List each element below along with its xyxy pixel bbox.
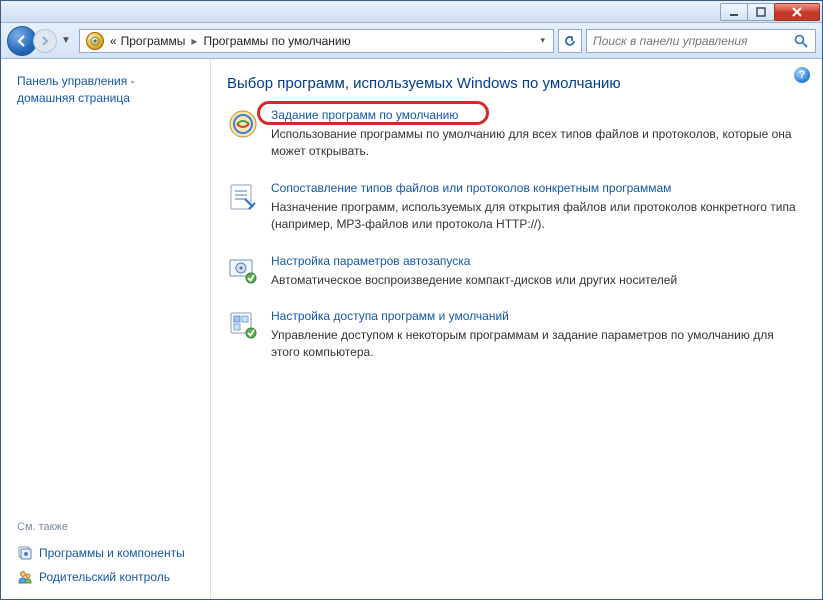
titlebar — [1, 1, 822, 23]
sidebar-item-parental-control[interactable]: Родительский контроль — [17, 565, 194, 589]
sidebar: Панель управления - домашняя страница См… — [1, 59, 211, 599]
help-icon[interactable]: ? — [794, 67, 810, 83]
maximize-button[interactable] — [747, 3, 775, 21]
addressbar[interactable]: « Программы ▸ Программы по умолчанию ▾ — [79, 29, 554, 53]
search-icon[interactable] — [793, 33, 809, 49]
nav-forward-button[interactable] — [33, 29, 57, 53]
program-access-icon — [227, 309, 259, 341]
sidebar-item-programs-features[interactable]: Программы и компоненты — [17, 541, 194, 565]
program-access-link[interactable]: Настройка доступа программ и умолчаний — [271, 309, 509, 323]
nav-arrows: ▼ — [7, 26, 75, 56]
refresh-button[interactable] — [558, 29, 582, 53]
breadcrumb-programs[interactable]: Программы — [119, 34, 188, 48]
option-desc: Автоматическое воспроизведение компакт-д… — [271, 272, 800, 289]
programs-icon — [17, 545, 33, 561]
file-types-icon — [227, 181, 259, 213]
associate-file-types-link[interactable]: Сопоставление типов файлов или протоколо… — [271, 181, 671, 195]
breadcrumb-prefix[interactable]: « — [108, 34, 119, 48]
close-button[interactable] — [774, 3, 820, 21]
sidebar-home-link[interactable]: Панель управления - домашняя страница — [17, 73, 194, 107]
searchbar[interactable] — [586, 29, 816, 53]
sidebar-item-label: Родительский контроль — [39, 570, 170, 584]
minimize-button[interactable] — [720, 3, 748, 21]
option-set-default-programs: Задание программ по умолчанию Использова… — [227, 108, 800, 161]
option-desc: Управление доступом к некоторым программ… — [271, 327, 800, 362]
sidebar-item-label: Программы и компоненты — [39, 546, 185, 560]
address-container: « Программы ▸ Программы по умолчанию ▾ — [79, 29, 816, 53]
parental-control-icon — [17, 569, 33, 585]
default-programs-icon — [227, 108, 259, 140]
page-title: Выбор программ, используемых Windows по … — [227, 75, 800, 92]
nav-history-dropdown[interactable]: ▼ — [57, 35, 75, 46]
main-content: ? Выбор программ, используемых Windows п… — [211, 59, 822, 599]
breadcrumb-default-programs[interactable]: Программы по умолчанию — [201, 34, 352, 48]
option-autoplay-settings: Настройка параметров автозапуска Автомат… — [227, 254, 800, 289]
autoplay-settings-link[interactable]: Настройка параметров автозапуска — [271, 254, 470, 268]
option-associate-file-types: Сопоставление типов файлов или протоколо… — [227, 181, 800, 234]
option-desc: Назначение программ, используемых для от… — [271, 199, 800, 234]
autoplay-icon — [227, 254, 259, 286]
option-program-access: Настройка доступа программ и умолчаний У… — [227, 309, 800, 362]
sidebar-see-also-label: См. также — [17, 521, 194, 533]
option-desc: Использование программы по умолчанию для… — [271, 126, 800, 161]
breadcrumb-separator[interactable]: ▸ — [187, 34, 201, 48]
control-panel-icon — [86, 32, 104, 50]
navbar: ▼ « Программы ▸ Программы по умолчанию ▾ — [1, 23, 822, 59]
body: Панель управления - домашняя страница См… — [1, 59, 822, 599]
control-panel-window: ▼ « Программы ▸ Программы по умолчанию ▾ — [0, 0, 823, 600]
addressbar-dropdown[interactable]: ▾ — [534, 35, 551, 46]
search-input[interactable] — [593, 34, 793, 48]
set-default-programs-link[interactable]: Задание программ по умолчанию — [271, 108, 458, 122]
